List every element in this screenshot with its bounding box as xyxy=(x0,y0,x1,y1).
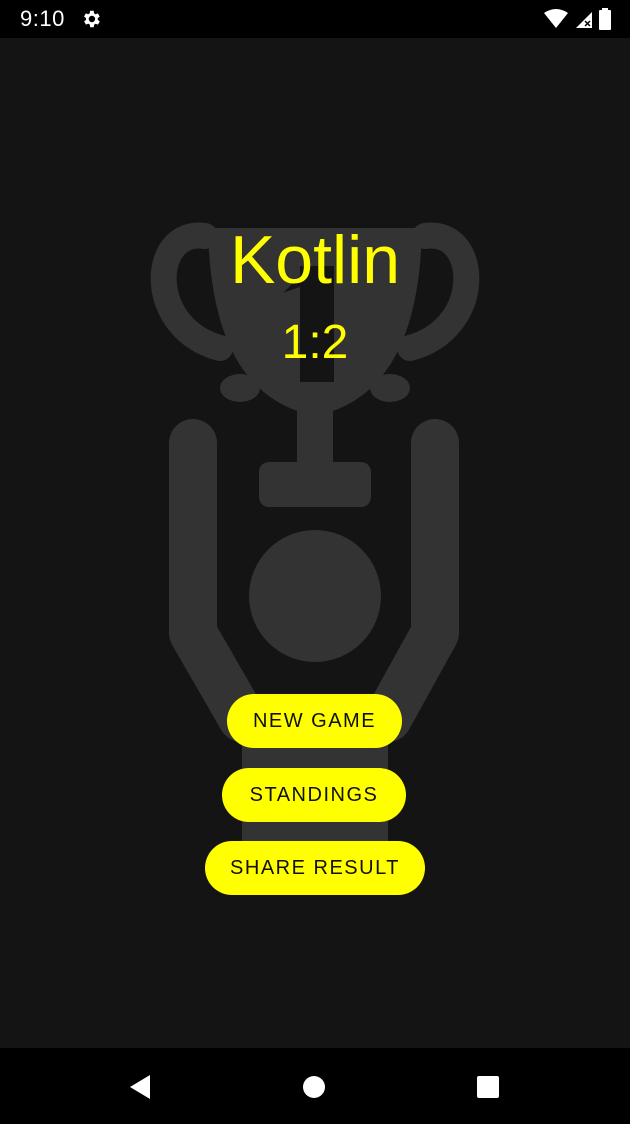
status-bar: 9:10 xyxy=(0,0,630,38)
result-screen: Kotlin 1:2 NEW GAME STANDINGS SHARE RESU… xyxy=(0,38,630,1048)
wifi-icon xyxy=(543,8,573,28)
new-game-button[interactable]: NEW GAME xyxy=(227,694,402,748)
home-icon[interactable] xyxy=(297,1070,331,1104)
standings-button[interactable]: STANDINGS xyxy=(222,768,406,822)
status-time: 9:10 xyxy=(20,6,65,31)
trophy-winner-illustration xyxy=(150,222,480,858)
gear-icon xyxy=(80,8,102,35)
winner-name: Kotlin xyxy=(229,222,401,298)
score: 1:2 xyxy=(281,316,349,369)
status-icons xyxy=(543,8,612,30)
share-result-button[interactable]: SHARE RESULT xyxy=(205,841,425,895)
battery-icon xyxy=(598,8,612,30)
back-icon[interactable] xyxy=(122,1070,156,1104)
navigation-bar xyxy=(0,1048,630,1124)
recents-icon[interactable] xyxy=(471,1070,505,1104)
signal-icon xyxy=(574,8,598,28)
